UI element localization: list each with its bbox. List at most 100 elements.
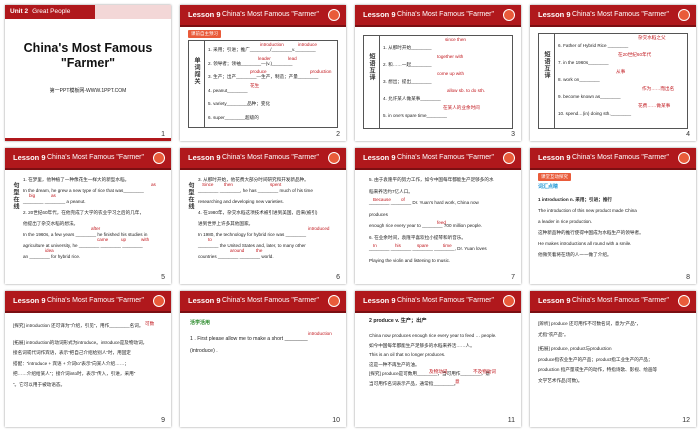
footer-bar: [5, 138, 171, 141]
logo-icon: [503, 152, 515, 164]
answer: lead: [288, 56, 297, 61]
logo-icon: [328, 295, 340, 307]
logo-icon: [678, 295, 690, 307]
word-list: 1. 采用；引进；推广________/________v.________ 2.…: [208, 47, 319, 120]
answer: introduction: [260, 42, 284, 47]
answer: 可数: [145, 321, 155, 326]
section-tag: 课前自主预习: [188, 30, 221, 38]
answer: 意: [455, 379, 460, 384]
logo-icon: [153, 152, 165, 164]
answer: introduction: [308, 331, 332, 336]
answer: feed: [437, 220, 446, 225]
answer: come up with: [437, 71, 465, 76]
phrase-list: 6. Father of Hybrid Rice ________ 7. in t…: [558, 43, 632, 116]
slide-header: Lesson 9 China's Most Famous "Farmer": [5, 291, 171, 311]
slide-thumbnail-8[interactable]: Lesson 9 China's Most Famous "Farmer" 课堂互…: [530, 148, 696, 284]
answer: 及物动词: [429, 369, 448, 374]
slide-thumbnail-7[interactable]: Lesson 9 China's Most Famous "Farmer" 5. …: [355, 148, 521, 284]
answer: then: [224, 182, 233, 187]
answer: with: [141, 237, 150, 242]
slide-header: Lesson 9 China's Most Famous "Farmer": [355, 291, 521, 311]
slide-thumbnail-2[interactable]: Lesson 9 China's Most Famous "Farmer" 课前自…: [180, 5, 346, 141]
side-label: 句型在线: [187, 182, 193, 210]
explanation: [辨析] produce 还可用作不可数名词，意为“产品”， 尤指“农产品”。 [拓…: [538, 321, 658, 383]
side-label: 句型在线: [12, 182, 18, 210]
logo-icon: [328, 9, 340, 21]
slide-header: Lesson 9 China's Most Famous "Farmer": [355, 5, 521, 25]
answer: 不及物动词: [473, 369, 496, 374]
page-number: 6: [336, 274, 340, 281]
answer: 花生: [250, 83, 260, 88]
practice-tag: 活学活用: [190, 320, 211, 326]
answer: as: [151, 182, 156, 187]
answer: 在某人的业余时间: [443, 105, 480, 110]
slide-header: Lesson 9 China's Most Famous "Farmer": [180, 291, 346, 311]
page-number: 5: [161, 274, 165, 281]
answer: allow sb. to do sth.: [447, 88, 486, 93]
slide-header: Lesson 9 China's Most Famous "Farmer": [530, 291, 696, 311]
sentence-list: 3. 从那时开始，他花费大部分时间研究和开发新品种。 ________ _____…: [198, 177, 318, 259]
answer: to: [208, 237, 212, 242]
slide-header: Lesson 9 China's Most Famous "Farmer": [530, 5, 696, 25]
slide-thumbnail-5[interactable]: Lesson 9 China's Most Famous "Farmer" 句型在…: [5, 148, 171, 284]
section-tag: 课堂互动探究: [538, 173, 571, 181]
answer: came: [97, 237, 109, 242]
phrase-list: 1. 从那时开始________ 2. 和……一起________ 3. 想出；提出…: [383, 45, 447, 118]
answer: In: [373, 243, 377, 248]
logo-icon: [678, 152, 690, 164]
slide-thumbnail-4[interactable]: Lesson 9 China's Most Famous "Farmer" 短语互…: [530, 5, 696, 141]
slide-thumbnail-6[interactable]: Lesson 9 China's Most Famous "Farmer" 句型在…: [180, 148, 346, 284]
side-label: 短语互译: [543, 51, 549, 79]
slide-header: Lesson 9 China's Most Famous "Farmer": [530, 148, 696, 168]
slide-title: China's Most Famous "Farmer": [23, 41, 153, 70]
page-number: 8: [686, 274, 690, 281]
answer: the: [256, 248, 263, 253]
page-number: 9: [161, 417, 165, 424]
slide-thumbnail-1[interactable]: Unit 2 Great People China's Most Famous "…: [5, 5, 171, 141]
logo-icon: [503, 9, 515, 21]
page-number: 11: [507, 417, 515, 424]
answer: Since: [202, 182, 214, 187]
answer: 在20世纪60年代: [618, 52, 652, 57]
answer: introduced: [308, 226, 330, 231]
slide-header: Lesson 9 China's Most Famous "Farmer": [5, 148, 171, 168]
explanation: [探究] introduction 还可译为“介绍，引见”，用作________…: [13, 323, 148, 387]
answer: introduce: [298, 42, 317, 47]
sub-tag: 词汇点睛: [538, 184, 559, 190]
top-bar: [95, 5, 171, 19]
slide-thumbnail-9[interactable]: Lesson 9 China's Most Famous "Farmer" [探究…: [5, 291, 171, 427]
answer: idea: [45, 248, 54, 253]
page-number: 10: [332, 417, 340, 424]
unit-banner: Unit 2 Great People: [5, 5, 100, 19]
vocab-heading: 2 produce v. 生产；出产: [369, 318, 427, 324]
slide-subtitle: 第一PPT模板网-WWW.1PPT.COM: [49, 88, 127, 94]
exercise: 1 . First please allow me to make a shor…: [190, 336, 308, 354]
answer: big: [29, 193, 36, 198]
answer: of: [401, 197, 405, 202]
answer: up: [121, 237, 127, 242]
slide-header: Lesson 9 China's Most Famous "Farmer": [180, 5, 346, 25]
answer: together with: [437, 54, 464, 59]
slide-thumbnail-11[interactable]: Lesson 9 China's Most Famous "Farmer" 2 p…: [355, 291, 521, 427]
answer: 杂交水稻之父: [638, 35, 666, 40]
side-label: 短语互译: [368, 53, 374, 81]
page-number: 2: [336, 131, 340, 138]
answer: 花费……做某事: [638, 103, 671, 108]
answer: 从事: [616, 69, 626, 74]
answer: as: [51, 193, 56, 198]
slide-header: Lesson 9 China's Most Famous "Farmer": [355, 148, 521, 168]
answer: his: [395, 243, 401, 248]
answer: spare: [417, 243, 429, 248]
slide-header: Lesson 9 China's Most Famous "Farmer": [180, 148, 346, 168]
answer: leader: [258, 56, 271, 61]
slide-thumbnail-3[interactable]: Lesson 9 China's Most Famous "Farmer" 短语互…: [355, 5, 521, 141]
slide-thumbnail-10[interactable]: Lesson 9 China's Most Famous "Farmer" 活学活…: [180, 291, 346, 427]
logo-icon: [503, 295, 515, 307]
page-number: 3: [511, 131, 515, 138]
answer: Because: [373, 197, 391, 202]
page-number: 12: [682, 417, 690, 424]
slide-thumbnail-12[interactable]: Lesson 9 China's Most Famous "Farmer" [辨析…: [530, 291, 696, 427]
logo-icon: [328, 152, 340, 164]
logo-icon: [678, 9, 690, 21]
vocab-note: 1 introduction n. 采用；引进；推行 The introducti…: [538, 197, 644, 257]
